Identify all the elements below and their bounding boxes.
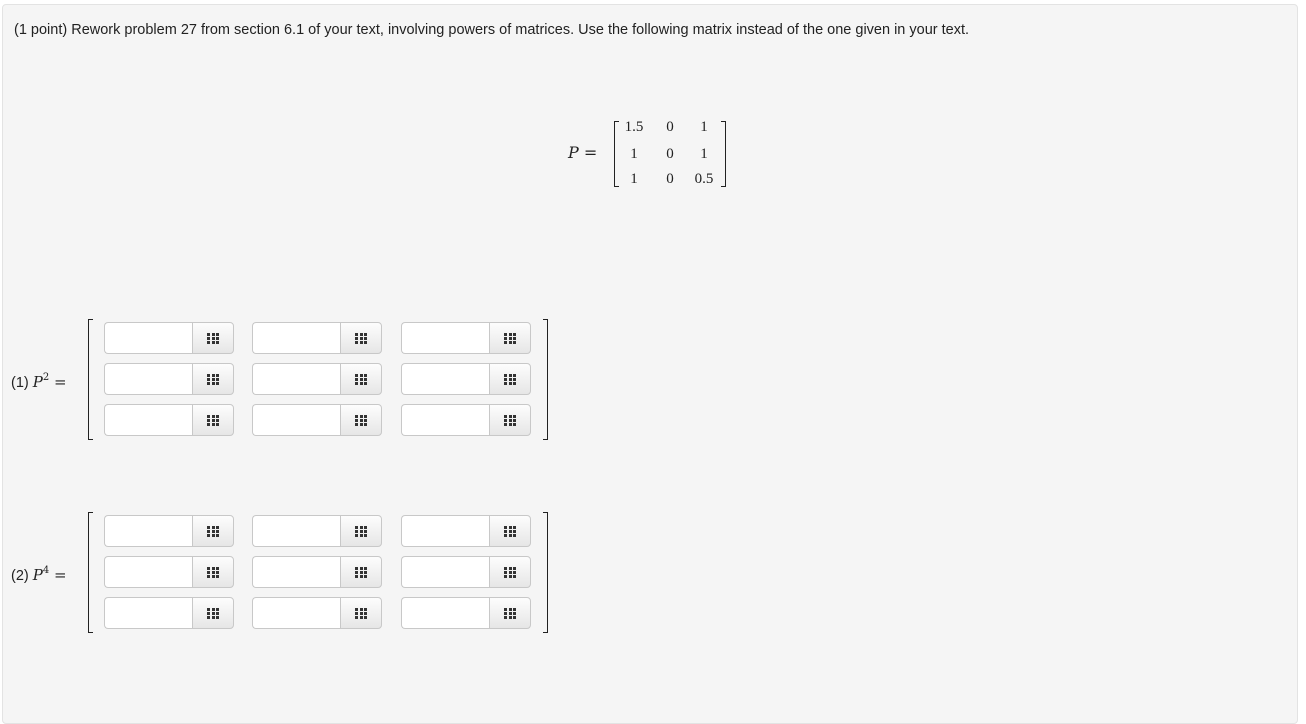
grid-icon <box>504 374 517 385</box>
answer-2-equals: = <box>54 566 67 584</box>
matrix-entry-button[interactable] <box>340 363 382 395</box>
matrix-entry-button[interactable] <box>340 556 382 588</box>
answer-1-cell-r2c1 <box>104 363 234 395</box>
answer-1-cell-r1c1 <box>104 322 234 354</box>
answer-input[interactable] <box>401 597 489 629</box>
answer-1-exponent: 2 <box>42 372 50 383</box>
matrix-entry-button[interactable] <box>489 363 531 395</box>
grid-icon <box>355 415 368 426</box>
answer-1-cell-r3c3 <box>401 404 531 436</box>
answer-2-right-bracket <box>543 512 548 633</box>
answer-2-cell-r3c1 <box>104 597 234 629</box>
grid-icon <box>504 567 517 578</box>
matrix-entry-button[interactable] <box>192 556 234 588</box>
answer-1-label: (1) P2 = <box>11 372 67 391</box>
matrix-cell-r3c2: 0 <box>666 171 674 187</box>
answer-input[interactable] <box>104 404 192 436</box>
matrix-entry-button[interactable] <box>489 515 531 547</box>
answer-input[interactable] <box>252 515 340 547</box>
matrix-p-label: P = <box>568 143 597 162</box>
problem-statement: (1 point) Rework problem 27 from section… <box>14 22 970 38</box>
answer-input[interactable] <box>252 597 340 629</box>
matrix-cell-r1c2: 0 <box>666 119 674 135</box>
answer-1-cell-r3c2 <box>252 404 382 436</box>
answer-1-cell-r3c1 <box>104 404 234 436</box>
answer-1-cell-r1c3 <box>401 322 531 354</box>
matrix-cell-r1c3: 1 <box>700 119 708 135</box>
answer-input[interactable] <box>252 556 340 588</box>
matrix-entry-button[interactable] <box>192 597 234 629</box>
grid-icon <box>355 608 368 619</box>
grid-icon <box>504 415 517 426</box>
matrix-name: P <box>568 143 579 162</box>
matrix-entry-button[interactable] <box>340 322 382 354</box>
grid-icon <box>355 333 368 344</box>
answer-1-prefix: (1) <box>11 375 29 391</box>
answer-2-prefix: (2) <box>11 568 29 584</box>
answer-2-label: (2) P4 = <box>11 565 67 584</box>
answer-input[interactable] <box>104 597 192 629</box>
matrix-cell-r3c1: 1 <box>630 171 638 187</box>
grid-icon <box>207 567 220 578</box>
matrix-entry-button[interactable] <box>192 322 234 354</box>
matrix-entry-button[interactable] <box>489 404 531 436</box>
answer-2-cell-r2c2 <box>252 556 382 588</box>
grid-icon <box>355 526 368 537</box>
answer-2-cell-r3c3 <box>401 597 531 629</box>
matrix-entry-button[interactable] <box>340 597 382 629</box>
answer-input[interactable] <box>401 363 489 395</box>
answer-2-cell-r2c1 <box>104 556 234 588</box>
matrix-cell-r3c3: 0.5 <box>694 171 714 187</box>
answer-1-equals: = <box>54 373 67 391</box>
answer-2-cell-r3c2 <box>252 597 382 629</box>
grid-icon <box>207 608 220 619</box>
answer-1-cell-r2c2 <box>252 363 382 395</box>
matrix-entry-button[interactable] <box>340 515 382 547</box>
answer-2-cell-r1c1 <box>104 515 234 547</box>
answer-input[interactable] <box>401 556 489 588</box>
grid-icon <box>355 374 368 385</box>
matrix-entry-button[interactable] <box>489 597 531 629</box>
answer-input[interactable] <box>401 404 489 436</box>
answer-input[interactable] <box>401 322 489 354</box>
answer-input[interactable] <box>252 322 340 354</box>
answer-input[interactable] <box>104 556 192 588</box>
answer-input[interactable] <box>252 404 340 436</box>
answer-2-exponent: 4 <box>42 565 50 576</box>
answer-2-cell-r1c3 <box>401 515 531 547</box>
grid-icon <box>504 333 517 344</box>
grid-icon <box>207 333 220 344</box>
answer-2-cell-r2c3 <box>401 556 531 588</box>
matrix-entry-button[interactable] <box>489 322 531 354</box>
answer-1-right-bracket <box>543 319 548 440</box>
answer-input[interactable] <box>401 515 489 547</box>
matrix-cell-r2c1: 1 <box>630 146 638 162</box>
answer-1-left-bracket <box>88 319 93 440</box>
answer-1-base: P <box>32 373 43 391</box>
grid-icon <box>207 374 220 385</box>
grid-icon <box>355 567 368 578</box>
answer-2-left-bracket <box>88 512 93 633</box>
matrix-entry-button[interactable] <box>192 404 234 436</box>
matrix-cell-r1c1: 1.5 <box>624 119 644 135</box>
matrix-entry-button[interactable] <box>489 556 531 588</box>
matrix-cell-r2c3: 1 <box>700 146 708 162</box>
answer-2-base: P <box>32 566 43 584</box>
answer-1-cell-r2c3 <box>401 363 531 395</box>
matrix-entry-button[interactable] <box>192 363 234 395</box>
answer-input[interactable] <box>104 322 192 354</box>
grid-icon <box>207 415 220 426</box>
answer-input[interactable] <box>104 515 192 547</box>
matrix-entry-button[interactable] <box>340 404 382 436</box>
matrix-entry-button[interactable] <box>192 515 234 547</box>
answer-2-cell-r1c2 <box>252 515 382 547</box>
answer-1-cell-r1c2 <box>252 322 382 354</box>
grid-icon <box>207 526 220 537</box>
answer-input[interactable] <box>252 363 340 395</box>
answer-input[interactable] <box>104 363 192 395</box>
matrix-cell-r2c2: 0 <box>666 146 674 162</box>
grid-icon <box>504 608 517 619</box>
matrix-equals: = <box>583 143 598 162</box>
grid-icon <box>504 526 517 537</box>
